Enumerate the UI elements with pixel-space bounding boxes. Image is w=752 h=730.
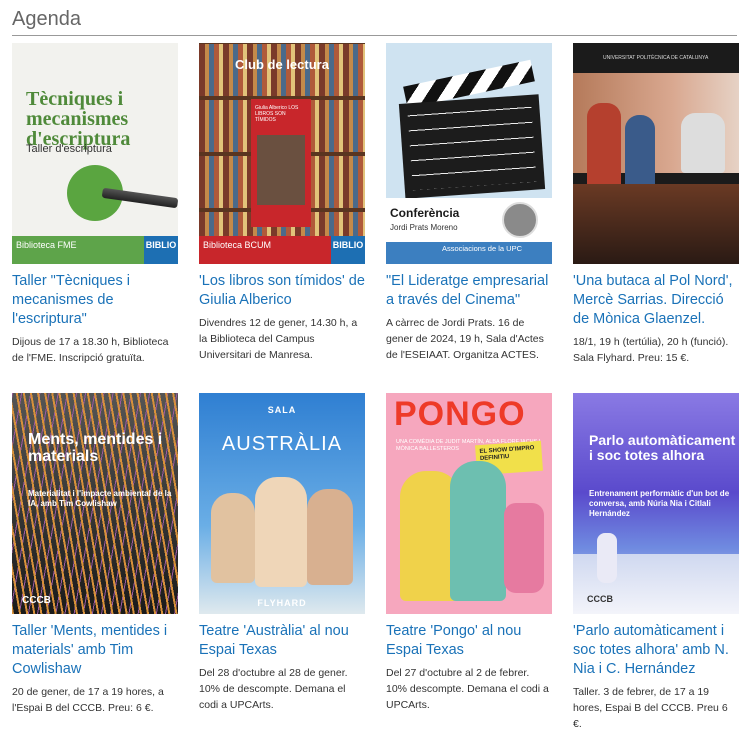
poster-heading: AUSTRÀLIA <box>221 433 343 455</box>
event-poster[interactable]: Ments, mentides i materials Materialitat… <box>12 393 178 614</box>
biblio-badge: BIBLIO <box>331 236 365 264</box>
actor-figure <box>255 477 307 587</box>
event-poster[interactable]: Conferència Jordi Prats Moreno Associaci… <box>386 43 552 264</box>
book-cover-image <box>257 135 305 205</box>
event-description: Taller. 3 de febrer, de 17 a 19 hores, E… <box>573 686 728 730</box>
event-title-link[interactable]: "El Lideratge empresarial a través del C… <box>386 272 552 310</box>
poster-heading: PONGO <box>394 395 526 433</box>
poster-heading: Conferència <box>390 206 460 220</box>
actor-figure <box>307 489 353 585</box>
actor-figure <box>450 461 506 601</box>
agenda-card[interactable]: Club de lectura Giulia Alberico LOS LIBR… <box>199 43 365 363</box>
poster-heading: Tècniques i mecanismes d'escriptura <box>26 88 131 150</box>
poster-footer-label: Biblioteca BCUM <box>203 240 272 250</box>
biblio-badge: BIBLIO <box>144 236 178 264</box>
poster-subheading: Materialitat i l'impacte ambiental de la… <box>28 489 172 508</box>
poster-footer: Conferència Jordi Prats Moreno Associaci… <box>386 198 552 264</box>
poster-subheading: Taller d'escriptura <box>26 143 112 155</box>
agenda-card[interactable]: Parlo automàticament i soc totes alhora … <box>573 393 739 730</box>
actor-figure <box>211 493 255 583</box>
cccb-logo: CCCB <box>587 594 613 604</box>
event-title-link[interactable]: 'Los libros son tímidos' de Giulia Alber… <box>199 272 365 310</box>
event-title-link[interactable]: 'Una butaca al Pol Nord', Mercè Sarrias.… <box>573 272 739 329</box>
event-description: Divendres 12 de gener, 14.30 h, a la Bib… <box>199 317 358 361</box>
event-poster[interactable]: Club de lectura Giulia Alberico LOS LIBR… <box>199 43 365 264</box>
event-title-link[interactable]: 'Parlo automàticament i soc totes alhora… <box>573 622 739 679</box>
stage-floor-graphic <box>573 184 739 264</box>
cccb-logo: CCCB <box>22 595 51 606</box>
poster-heading: Club de lectura <box>235 57 329 72</box>
event-description: 20 de gener, de 17 a 19 hores, a l'Espai… <box>12 686 164 714</box>
poster-footer-label: Associacions de la UPC <box>441 244 522 253</box>
poster-sala-label: SALA <box>267 405 297 415</box>
speaker-name: Jordi Prats Moreno <box>390 223 458 232</box>
event-poster[interactable]: Parlo automàticament i soc totes alhora … <box>573 393 739 614</box>
clapperboard-graphic <box>398 94 546 199</box>
agenda-card[interactable]: Conferència Jordi Prats Moreno Associaci… <box>386 43 552 363</box>
agenda-heading: Agenda <box>12 8 81 30</box>
actor-figure <box>587 103 621 193</box>
poster-band: Associacions de la UPC <box>386 242 552 264</box>
event-description: Del 27 d'octubre al 2 de febrer. 10% des… <box>386 667 549 711</box>
actor-figure <box>681 113 725 173</box>
event-poster[interactable]: SALA AUSTRÀLIA FLYHARD <box>199 393 365 614</box>
event-title-link[interactable]: Taller 'Ments, mentides i materials' amb… <box>12 622 178 679</box>
event-title-link[interactable]: Teatre 'Austràlia' al nou Espai Texas <box>199 622 365 660</box>
actor-figure <box>625 115 655 195</box>
event-title-link[interactable]: Teatre 'Pongo' al nou Espai Texas <box>386 622 552 660</box>
event-poster[interactable]: Tècniques i mecanismes d'escriptura Tall… <box>12 43 178 264</box>
poster-footer-label: FLYHARD <box>257 598 307 608</box>
poster-subheading: Entrenament performàtic d'un bot de conv… <box>589 489 730 518</box>
performer-figure <box>597 533 617 583</box>
book-cover-title: Giulia Alberico LOS LIBROS SON TÍMIDOS <box>255 105 299 123</box>
poster-heading: UNIVERSITAT POLITÈCNICA DE CATALUNYA <box>603 55 709 61</box>
event-title-link[interactable]: Taller "Tècniques i mecanismes de l'escr… <box>12 272 178 329</box>
event-poster[interactable]: UNIVERSITAT POLITÈCNICA DE CATALUNYA <box>573 43 739 264</box>
book-cover-graphic: Giulia Alberico LOS LIBROS SON TÍMIDOS <box>251 99 311 227</box>
agenda-card[interactable]: PONGO UNA COMÈDIA DE JUDIT MARTÍN, ALBA … <box>386 393 552 713</box>
agenda-card[interactable]: SALA AUSTRÀLIA FLYHARD Teatre 'Austràlia… <box>199 393 365 713</box>
poster-header: UNIVERSITAT POLITÈCNICA DE CATALUNYA <box>573 43 739 71</box>
event-description: Del 28 d'octubre al 28 de gener. 10% de … <box>199 667 348 711</box>
poster-footer: Biblioteca FME BIBLIO <box>12 236 178 264</box>
actor-figure <box>504 503 544 593</box>
poster-heading: Ments, mentides i materials <box>28 431 163 465</box>
event-description: Dijous de 17 a 18.30 h, Biblioteca de l'… <box>12 336 169 364</box>
speaker-photo <box>502 202 538 238</box>
event-description: A càrrec de Jordi Prats. 16 de gener de … <box>386 317 544 361</box>
heading-divider <box>12 35 737 36</box>
agenda-card[interactable]: Ments, mentides i materials Materialitat… <box>12 393 178 716</box>
poster-footer: Biblioteca BCUM BIBLIO <box>199 236 365 264</box>
poster-heading: Parlo automàticament i soc totes alhora <box>589 432 736 463</box>
poster-footer-label: Biblioteca FME <box>16 240 77 250</box>
event-poster[interactable]: PONGO UNA COMÈDIA DE JUDIT MARTÍN, ALBA … <box>386 393 552 614</box>
event-description: 18/1, 19 h (tertúlia), 20 h (funció). Sa… <box>573 336 729 364</box>
agenda-card[interactable]: UNIVERSITAT POLITÈCNICA DE CATALUNYA 'Un… <box>573 43 739 366</box>
agenda-card[interactable]: Tècniques i mecanismes d'escriptura Tall… <box>12 43 178 366</box>
